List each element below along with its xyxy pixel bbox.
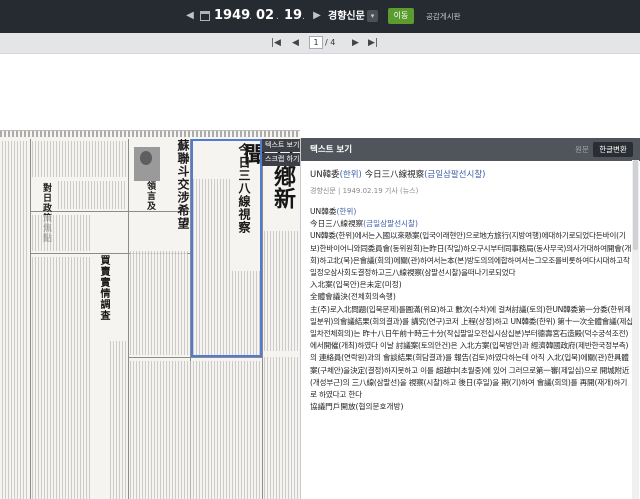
article-text-block	[264, 231, 298, 351]
last-page-icon[interactable]: ▶|	[368, 37, 378, 49]
article-title: UN韓委(한위) 今日三八線視察(금일삼팔선시찰)	[310, 169, 635, 182]
body-line: 協議門戶開放(협의문호개방)	[310, 402, 404, 412]
article-text-block	[2, 141, 28, 499]
headline-3: 買賣實情調査	[98, 255, 109, 321]
notice-board-link[interactable]: 공감게시판	[426, 11, 461, 22]
top-toolbar: ◀ 1949 . 02 . 19 . ▶ 경향신문 ▾ 이동 공감게시판	[0, 0, 640, 33]
day-suffix: .	[302, 12, 305, 22]
body-hanja: UN韓委	[310, 207, 337, 216]
article-text-block	[130, 361, 260, 499]
page-navigator: |◀ ◀ 1 / 4 ▶ ▶|	[0, 33, 640, 53]
column-rule	[262, 139, 263, 499]
page-number-input[interactable]: 1	[309, 36, 323, 49]
portrait-photo	[134, 147, 160, 181]
column-rule	[128, 139, 129, 499]
body-reading: (한위)	[336, 207, 357, 216]
selected-article-highlight[interactable]	[191, 139, 262, 357]
page-total: / 4	[325, 38, 336, 47]
article-title-hanja: 今日三八線視察	[361, 170, 425, 180]
article-text-block	[264, 357, 298, 499]
article-text-block	[32, 215, 92, 251]
month-value[interactable]: 02	[256, 8, 274, 24]
article-title-hanja: UN韓委	[310, 170, 340, 180]
year-value[interactable]: 1949	[214, 8, 250, 24]
article-text-block	[32, 141, 126, 177]
prev-page-icon[interactable]: ◀	[292, 37, 299, 49]
row-rule	[128, 357, 262, 358]
body-line: 入北案(입북안)은未定(미정)	[310, 280, 402, 290]
article-meta: 경향신문 | 1949.02.19 기사 (뉴스)	[310, 187, 419, 195]
chevron-down-icon[interactable]: ▾	[367, 10, 378, 22]
panel-header: 텍스트 보기 원문 한글변환	[301, 138, 640, 161]
article-title-reading: (한위)	[339, 170, 362, 180]
scrollbar-thumb[interactable]	[633, 160, 638, 250]
row-rule	[30, 211, 190, 212]
body-paragraph: UN韓委(한위)에서는入國以來懸案(입국이래현안)으로地方旅行(지방여행)에대하…	[310, 231, 632, 278]
body-reading: (금일삼팔선시찰)	[363, 219, 418, 229]
article-text-block	[58, 181, 126, 209]
column-rule	[30, 139, 31, 499]
divider	[0, 53, 640, 54]
body-paragraph: 主(주)로入北問題(입북문제)를圓滿(위요)하고 數次(수차)에 걸쳐討議(토의…	[310, 304, 633, 400]
newspaper-select[interactable]: 경향신문	[328, 10, 365, 23]
article-text-block	[110, 341, 126, 499]
next-day-icon[interactable]: ▶	[311, 10, 323, 22]
body-line: UN韓委(한위)	[310, 206, 633, 218]
newspaper-page-image[interactable]: 京鄕新聞 今日三八線視察 蘇聯斗交涉希望 李大統領言及 對日政策焦點 買賣實情調…	[0, 130, 300, 499]
text-view-tab[interactable]: 텍스트 보기	[262, 139, 300, 152]
next-page-icon[interactable]: ▶	[352, 37, 359, 49]
body-hanja: 今日三八線視察	[310, 219, 364, 229]
original-toggle[interactable]: 원문	[571, 143, 593, 156]
prev-day-icon[interactable]: ◀	[184, 10, 196, 22]
year-suffix: .	[249, 12, 252, 22]
article-text-block	[32, 257, 90, 499]
text-view-panel: 텍스트 보기 원문 한글변환 UN韓委(한위) 今日三八線視察(금일삼팔선시찰)…	[300, 138, 640, 499]
scrap-tab[interactable]: 스크랩 하기	[262, 153, 300, 166]
calendar-icon[interactable]	[200, 11, 210, 21]
first-page-icon[interactable]: |◀	[271, 37, 281, 49]
hangul-toggle[interactable]: 한글변환	[593, 142, 633, 157]
month-suffix: .	[276, 12, 279, 22]
article-body: UN韓委(한위) 今日三八線視察(금일삼팔선시찰) UN韓委(한위)에서는入國以…	[310, 206, 633, 413]
body-line: 今日三八線視察(금일삼팔선시찰)	[310, 218, 633, 230]
article-text-block	[130, 251, 188, 355]
newspaper-header-strip	[0, 131, 300, 137]
panel-title: 텍스트 보기	[310, 145, 353, 155]
article-title-reading: (금일삼팔선시찰)	[424, 170, 486, 180]
go-button[interactable]: 이동	[388, 8, 414, 24]
body-line: 全體會議決(전체회의속행)	[310, 292, 396, 302]
day-value[interactable]: 19	[284, 8, 302, 24]
